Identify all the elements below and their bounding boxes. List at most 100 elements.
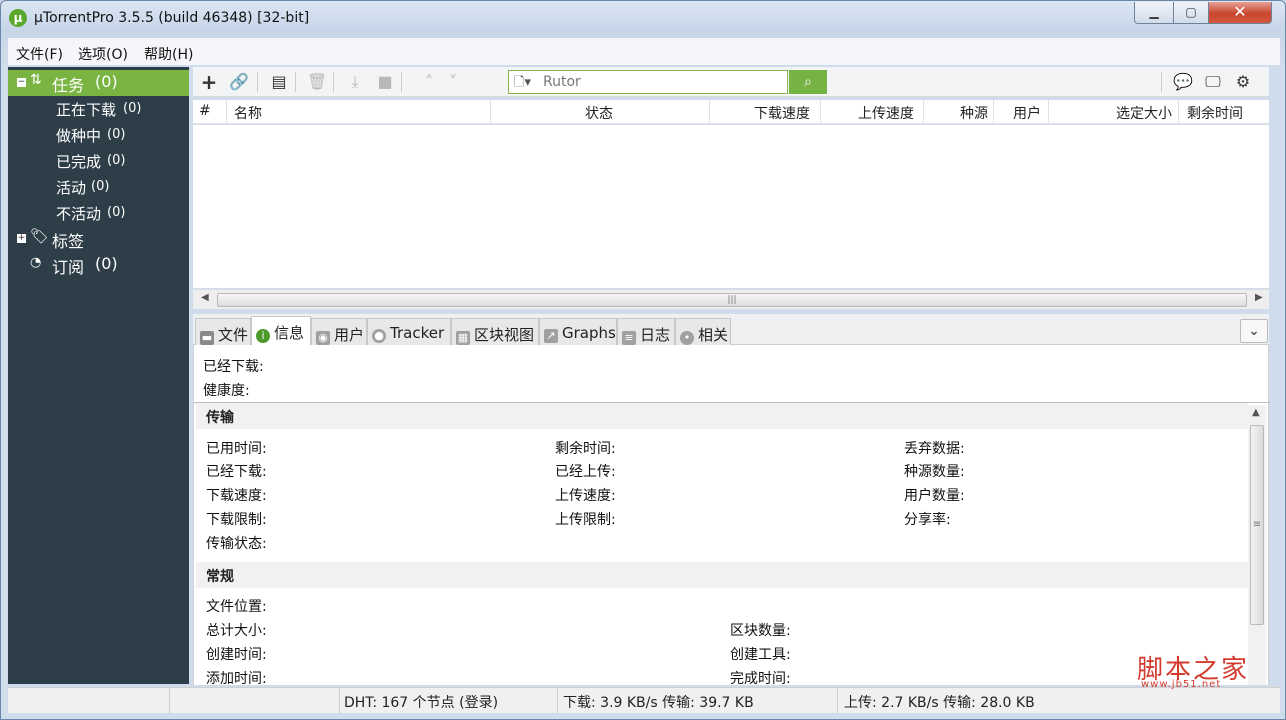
column-separator[interactable] xyxy=(709,100,710,123)
sidebar-item-count: (0) xyxy=(107,127,126,142)
add-torrent-icon[interactable]: + xyxy=(199,72,219,92)
tab-peers[interactable]: ◉ 用户 xyxy=(311,318,367,345)
tab-graphs[interactable]: ↗ Graphs xyxy=(539,318,617,345)
collapse-details-button[interactable]: ⌄ xyxy=(1240,319,1268,343)
search-button[interactable]: ⌕ xyxy=(789,70,827,94)
sidebar-item-count: (0) xyxy=(107,153,126,168)
scroll-right-icon[interactable]: ▶ xyxy=(1255,292,1263,303)
column-separator[interactable] xyxy=(1048,100,1049,123)
scroll-thumb[interactable]: ≡ xyxy=(1250,425,1264,625)
settings-icon[interactable]: ⚙ xyxy=(1233,72,1253,92)
search-input[interactable]: Rutor xyxy=(543,74,581,90)
column-separator[interactable] xyxy=(1178,100,1179,123)
vertical-scrollbar[interactable]: ▲ ≡ xyxy=(1248,405,1266,685)
sidebar-item-completed[interactable]: 已完成 (0) xyxy=(8,148,189,174)
column-upload-speed[interactable]: 上传速度 xyxy=(858,103,914,123)
dht-status[interactable]: DHT: 167 个节点 (登录) xyxy=(340,688,558,714)
chat-icon[interactable]: 💬 xyxy=(1173,72,1193,92)
toolbar-separator xyxy=(1161,72,1162,92)
torrent-list[interactable] xyxy=(193,125,1269,288)
menu-options[interactable]: 选项(O) xyxy=(78,44,128,64)
stop-icon[interactable]: ■ xyxy=(375,72,395,92)
toolbar-separator xyxy=(333,72,334,92)
menu-file[interactable]: 文件(F) xyxy=(16,44,63,64)
create-torrent-icon[interactable]: ▤ xyxy=(269,72,289,92)
column-separator[interactable] xyxy=(993,100,994,123)
column-peers[interactable]: 用户 xyxy=(1013,103,1041,123)
tab-log[interactable]: ≡ 日志 xyxy=(617,318,675,345)
scroll-up-icon[interactable]: ▲ xyxy=(1252,407,1260,418)
menu-help[interactable]: 帮助(H) xyxy=(144,44,193,64)
upload-status[interactable]: 上传: 2.7 KB/s 传输: 28.0 KB xyxy=(838,688,1138,714)
seeds-count-label: 种源数量: xyxy=(904,464,965,480)
wasted-label: 丢弃数据: xyxy=(904,441,965,457)
search-field[interactable]: 🗋▾ Rutor xyxy=(508,70,788,94)
column-status[interactable]: 状态 xyxy=(585,103,613,123)
column-separator[interactable] xyxy=(923,100,924,123)
maximize-button[interactable]: ▢ xyxy=(1173,2,1209,24)
move-up-icon[interactable]: ˄ xyxy=(419,72,439,92)
sidebar-item-active[interactable]: 活动 (0) xyxy=(8,174,189,200)
sidebar-item-count: (0) xyxy=(95,254,118,273)
tab-trackers[interactable]: ● Tracker xyxy=(367,318,451,345)
collapse-icon[interactable]: − xyxy=(17,78,26,87)
column-name[interactable]: 名称 xyxy=(234,103,262,123)
uploaded-amount-label: 已经上传: xyxy=(555,464,616,480)
sidebar-item-downloading[interactable]: 正在下载 (0) xyxy=(8,96,189,122)
column-number[interactable]: # xyxy=(199,103,211,119)
sidebar-item-seeding[interactable]: 做种中 (0) xyxy=(8,122,189,148)
title-bar[interactable]: µ µTorrentPro 3.5.5 (build 46348) [32-bi… xyxy=(1,1,1285,37)
scroll-thumb[interactable]: ||| xyxy=(217,293,1247,307)
watermark-url: www.jb51.net xyxy=(1141,679,1222,690)
remove-icon[interactable]: 🗑 xyxy=(307,72,327,92)
add-url-icon[interactable]: 🔗 xyxy=(229,72,249,92)
status-cell-empty xyxy=(8,688,170,714)
column-separator[interactable] xyxy=(490,100,491,123)
sidebar-item-label: 标签 xyxy=(52,232,85,251)
transfer-arrows-icon: ⇅ xyxy=(30,72,42,88)
sidebar-item-label: 订阅 xyxy=(52,258,85,277)
column-selected-size[interactable]: 选定大小 xyxy=(1116,103,1172,123)
sidebar-item-tasks[interactable]: − ⇅ 任务 (0) xyxy=(8,70,189,96)
graphs-icon: ↗ xyxy=(544,329,558,343)
tab-label: 文件 xyxy=(218,326,249,344)
sidebar-item-label: 活动 xyxy=(56,179,87,197)
column-separator[interactable] xyxy=(226,100,227,123)
sidebar-item-labels[interactable]: + 🏷 标签 xyxy=(8,226,189,252)
move-down-icon[interactable]: ˅ xyxy=(443,72,463,92)
tab-label: Graphs xyxy=(562,324,616,342)
column-download-speed[interactable]: 下载速度 xyxy=(754,103,810,123)
minimize-button[interactable]: ▁ xyxy=(1134,2,1174,24)
start-icon[interactable]: ⤓ xyxy=(345,72,365,92)
column-eta[interactable]: 剩余时间 xyxy=(1187,103,1243,123)
downloaded-label: 已经下载: xyxy=(203,359,264,375)
tag-icon: 🏷 xyxy=(30,227,50,245)
column-seeds[interactable]: 种源 xyxy=(960,103,988,123)
sidebar-item-inactive[interactable]: 不活动 (0) xyxy=(8,200,189,226)
tab-info[interactable]: i 信息 xyxy=(251,316,311,346)
sidebar-item-feeds[interactable]: ◔ 订阅 (0) xyxy=(8,252,189,278)
tab-files[interactable]: ▬ 文件 xyxy=(195,318,251,345)
info-panel: 已经下载: 健康度: 传输 已用时间: 剩余时间: 丢弃数据: 已经下载: 已经… xyxy=(193,345,1270,687)
tab-pieces[interactable]: ▦ 区块视图 xyxy=(451,318,539,345)
peers-icon: ◉ xyxy=(316,331,330,345)
sidebar-item-label: 已完成 xyxy=(56,153,102,171)
column-separator[interactable] xyxy=(820,100,821,123)
status-cell-empty xyxy=(170,688,340,714)
share-ratio-label: 分享率: xyxy=(904,512,951,528)
scroll-left-icon[interactable]: ◀ xyxy=(201,292,209,303)
expand-icon[interactable]: + xyxy=(17,234,26,243)
magnifier-icon: ⌕ xyxy=(804,74,812,90)
tab-related[interactable]: • 相关 xyxy=(675,318,731,345)
remote-icon[interactable]: 🖵 xyxy=(1203,72,1223,92)
tab-label: 相关 xyxy=(698,326,729,344)
search-provider-dropdown-icon[interactable]: 🗋▾ xyxy=(514,73,531,95)
info-icon: i xyxy=(256,329,270,343)
peers-count-label: 用户数量: xyxy=(904,488,965,504)
horizontal-scrollbar[interactable]: ◀ ||| ▶ xyxy=(193,289,1269,309)
close-button[interactable]: ✕ xyxy=(1208,2,1272,24)
download-speed-label: 下载速度: xyxy=(206,488,267,504)
remaining-time-label: 剩余时间: xyxy=(555,441,616,457)
total-size-label: 总计大小: xyxy=(206,623,267,639)
download-status[interactable]: 下载: 3.9 KB/s 传输: 39.7 KB xyxy=(558,688,838,714)
